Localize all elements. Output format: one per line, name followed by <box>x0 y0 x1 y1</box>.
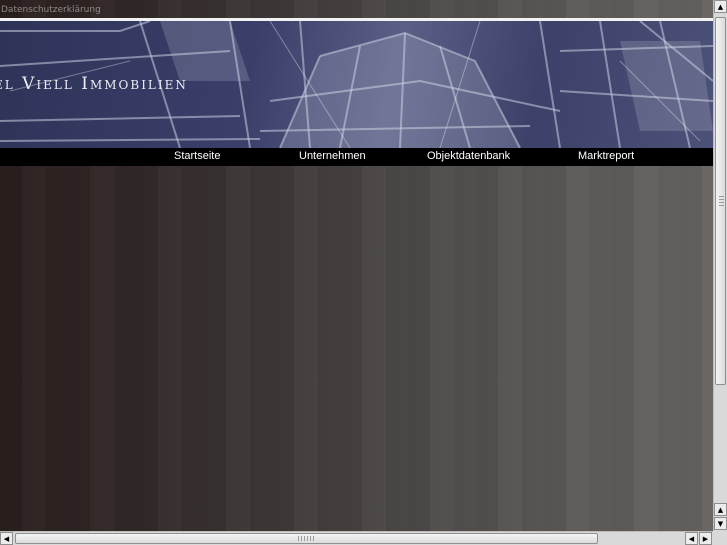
nav-item-startseite[interactable]: Startseite <box>174 150 220 162</box>
arrow-left-icon[interactable]: ◀ <box>0 532 13 545</box>
scrollbar-corner <box>713 531 727 545</box>
privacy-link[interactable]: Datenschutzerklärung <box>0 5 101 15</box>
nav-item-marktreport[interactable]: Marktreport <box>578 150 634 162</box>
nav-item-unternehmen[interactable]: Unternehmen <box>299 150 366 162</box>
arrow-right-icon[interactable]: ▶ <box>699 532 712 545</box>
arrow-down-icon[interactable]: ▼ <box>714 517 727 530</box>
arrow-up-icon[interactable]: ▲ <box>714 0 727 13</box>
grip-icon <box>719 194 724 206</box>
top-link-bar: Datenschutzerklärung <box>0 0 713 19</box>
vertical-scrollbar[interactable]: ▲ ▲ ▼ <box>713 0 727 531</box>
grip-icon <box>298 536 314 541</box>
arrow-left-icon[interactable]: ◀ <box>685 532 698 545</box>
vertical-scroll-thumb[interactable] <box>715 17 726 385</box>
header-banner: el Viell Immobilien <box>0 21 713 148</box>
nav-item-objektdatenbank[interactable]: Objektdatenbank <box>427 150 510 162</box>
horizontal-scrollbar[interactable]: ◀ ◀ ▶ <box>0 531 713 545</box>
arrow-up-icon[interactable]: ▲ <box>714 503 727 516</box>
main-navigation: Startseite Unternehmen Objektdatenbank M… <box>0 148 713 166</box>
horizontal-scroll-thumb[interactable] <box>15 533 598 544</box>
company-title: el Viell Immobilien <box>0 74 188 94</box>
